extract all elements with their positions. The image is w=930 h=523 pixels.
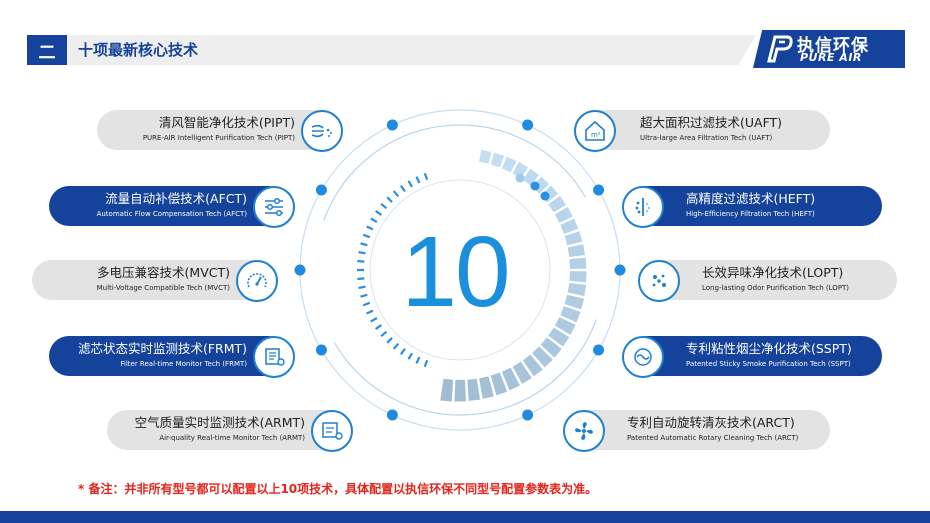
accent-dot (515, 173, 525, 183)
feature-uaft: 超大面积过滤技术(UAFT) Ultra-large Area Filtrati… (580, 110, 830, 150)
accent-dot (540, 191, 550, 201)
footer-bar (0, 511, 930, 523)
band-segment (479, 149, 492, 164)
odor-particles-icon (638, 260, 680, 302)
center-number: 10 (401, 216, 510, 328)
feature-title: 长效异味净化技术(LOPT) (702, 265, 844, 280)
gauge-icon (236, 260, 278, 302)
band-segment (567, 244, 586, 257)
band-segment (567, 283, 587, 296)
filter-monitor-icon (253, 336, 295, 378)
feature-arct: 专利自动旋转清灰技术(ARCT) Patented Automatic Rota… (567, 410, 830, 450)
pm25-monitor-icon (311, 410, 353, 452)
tick-mark (400, 184, 406, 192)
inner-arc-top (323, 124, 587, 221)
band-segment (479, 376, 494, 399)
ring-dot (614, 264, 626, 276)
sliders-icon (253, 186, 295, 228)
tick-mark (392, 190, 400, 198)
ring-dot (315, 344, 327, 356)
feature-title: 超大面积过滤技术(UAFT) (640, 115, 783, 130)
tick-mark (386, 337, 393, 344)
hepa-filter-icon (622, 186, 664, 228)
feature-title: 高精度过滤技术(HEFT) (686, 191, 816, 206)
ring-dot (294, 264, 306, 276)
ring-dot (593, 184, 605, 196)
band-segment (490, 152, 505, 168)
feature-subtitle: Patented Sticky Smoke Purification Tech … (686, 360, 851, 368)
feature-subtitle: High-Efficiency Filtration Tech (HEFT) (686, 210, 815, 218)
tick-mark (423, 359, 429, 368)
feature-subtitle: Patented Automatic Rotary Cleaning Tech … (627, 434, 799, 442)
smoke-icon (622, 336, 664, 378)
tick-mark (423, 172, 429, 181)
band-segment (569, 257, 587, 269)
wind-breeze-icon (301, 110, 343, 152)
tick-mark (400, 348, 406, 356)
feature-title: 专利自动旋转清灰技术(ARCT) (627, 415, 795, 430)
tick-mark (386, 196, 393, 203)
house-area-icon: m² (574, 110, 616, 152)
band-segment (564, 231, 583, 246)
feature-heft: 高精度过滤技术(HEFT) High-Efficiency Filtration… (626, 186, 882, 226)
band-segment (454, 379, 466, 402)
band-segment (569, 271, 587, 283)
tick-mark (407, 180, 413, 188)
ring-dot (522, 409, 534, 421)
tick-mark (357, 259, 365, 263)
ring-dot (522, 119, 534, 131)
tick-mark (392, 342, 400, 350)
rotary-fan-icon (563, 410, 605, 452)
ring-dot (386, 409, 398, 421)
band-segment (467, 378, 481, 401)
svg-text:m²: m² (591, 131, 601, 139)
accent-dot (530, 181, 540, 191)
feature-title: 专利粘性烟尘净化技术(SSPT) (686, 341, 852, 356)
tick-mark (380, 330, 388, 338)
feature-subtitle: Ultra-large Area Filtration Tech (UAFT) (640, 134, 773, 142)
band-segment (501, 156, 517, 173)
feature-lopt: 长效异味净化技术(LOPT) Long-lasting Odor Purific… (642, 260, 897, 300)
footnote: * 备注：并非所有型号都可以配置以上10项技术，具体配置以执信环保不同型号配置参… (78, 482, 598, 496)
feature-sspt: 专利粘性烟尘净化技术(SSPT) Patented Sticky Smoke P… (626, 336, 882, 376)
tick-mark (357, 277, 365, 281)
ring-dot (386, 119, 398, 131)
ring-dot (315, 184, 327, 196)
feature-subtitle: Long-lasting Odor Purification Tech (LOP… (702, 284, 850, 292)
ring-dot (593, 344, 605, 356)
tick-mark (380, 202, 388, 210)
tick-mark (415, 356, 421, 364)
band-segment (440, 378, 454, 402)
band-segment (564, 294, 585, 310)
tick-mark (415, 176, 421, 184)
tick-mark (407, 352, 413, 360)
